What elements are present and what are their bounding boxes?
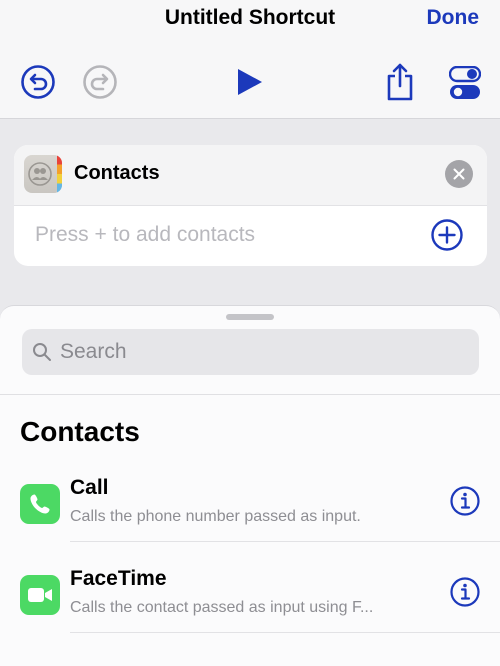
undo-button[interactable]: [20, 64, 56, 100]
info-icon: [450, 486, 480, 516]
settings-button[interactable]: [449, 66, 481, 100]
info-button[interactable]: [450, 577, 480, 612]
info-icon: [450, 577, 480, 607]
close-icon: [453, 168, 465, 180]
redo-button[interactable]: [82, 64, 118, 100]
add-contact-button[interactable]: [431, 219, 463, 256]
actions-sheet: Search Contacts Call Calls the phone num…: [0, 305, 500, 666]
phone-icon: [30, 494, 50, 514]
action-subtitle: Calls the contact passed as input using …: [70, 599, 374, 616]
video-camera-icon: [28, 588, 52, 602]
top-bar: Untitled Shortcut Done: [0, 0, 500, 119]
page-title: Untitled Shortcut: [164, 6, 336, 29]
search-icon: [33, 343, 51, 361]
contacts-placeholder[interactable]: Press + to add contacts: [35, 223, 255, 247]
row-divider: [70, 632, 500, 633]
search-field[interactable]: Search: [22, 329, 479, 375]
list-item-facetime[interactable]: FaceTime Calls the contact passed as inp…: [0, 557, 500, 647]
contacts-app-icon: [24, 155, 62, 193]
contacts-action-card: Contacts Press + to add contacts: [14, 145, 487, 266]
info-button[interactable]: [450, 486, 480, 521]
settings-toggle-icon: [449, 66, 481, 99]
row-divider: [70, 541, 500, 542]
share-icon: [387, 63, 413, 101]
plus-circle-icon: [431, 219, 463, 251]
remove-action-button[interactable]: [445, 160, 473, 188]
search-input[interactable]: Search: [60, 340, 127, 364]
done-button[interactable]: Done: [427, 6, 480, 30]
section-title: Contacts: [20, 416, 140, 447]
divider: [0, 394, 500, 395]
facetime-app-icon: [20, 575, 60, 615]
share-button[interactable]: [385, 62, 415, 102]
redo-icon: [83, 65, 117, 99]
action-title: Call: [70, 476, 109, 499]
play-icon: [238, 69, 262, 95]
action-subtitle: Calls the phone number passed as input.: [70, 508, 361, 525]
sheet-grabber[interactable]: [226, 314, 274, 320]
card-header: Contacts: [14, 145, 487, 206]
run-button[interactable]: [236, 67, 264, 97]
card-title: Contacts: [74, 162, 160, 184]
undo-icon: [21, 65, 55, 99]
phone-app-icon: [20, 484, 60, 524]
list-item-call[interactable]: Call Calls the phone number passed as in…: [0, 466, 500, 556]
action-title: FaceTime: [70, 567, 167, 590]
